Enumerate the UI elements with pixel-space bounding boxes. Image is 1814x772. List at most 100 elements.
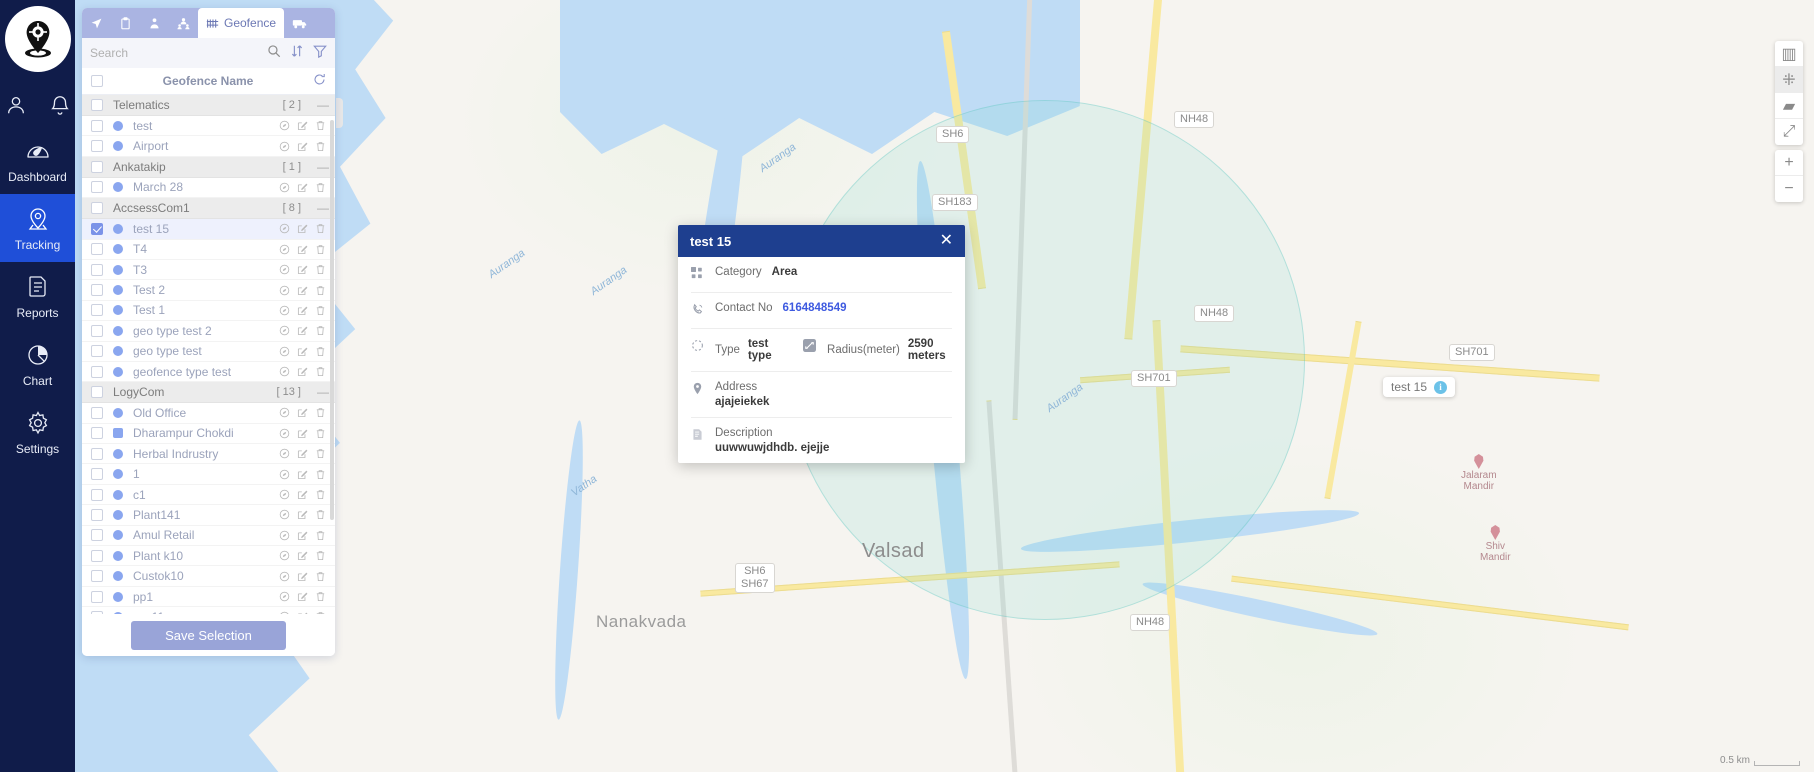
geofence-checkbox[interactable]: [91, 222, 103, 235]
sidebar-item-chart[interactable]: Chart: [0, 330, 75, 398]
geofence-list-item[interactable]: Custok10: [82, 566, 335, 587]
locate-icon[interactable]: [279, 182, 290, 193]
geofence-checkbox[interactable]: [91, 508, 103, 521]
geofence-group-header[interactable]: AccsessCom1 [ 8 ] —: [82, 198, 335, 220]
geofence-list-item[interactable]: March 28: [82, 178, 335, 199]
locate-icon[interactable]: [279, 120, 290, 131]
row-actions[interactable]: [279, 469, 326, 480]
row-actions[interactable]: [279, 120, 326, 131]
delete-icon[interactable]: [315, 611, 326, 614]
geofence-list-item[interactable]: Test 1: [82, 301, 335, 322]
geofence-checkbox[interactable]: [91, 549, 103, 562]
edit-icon[interactable]: [297, 285, 308, 296]
geofence-group-header[interactable]: Telematics [ 2 ] —: [82, 95, 335, 116]
geofence-list-item[interactable]: pp1: [82, 587, 335, 608]
locate-icon[interactable]: [279, 571, 290, 582]
geofence-checkbox[interactable]: [91, 263, 103, 276]
group-checkbox[interactable]: [91, 160, 103, 173]
delete-icon[interactable]: [315, 509, 326, 520]
geofence-list-item[interactable]: Plant141: [82, 505, 335, 526]
edit-icon[interactable]: [297, 469, 308, 480]
geofence-list-item[interactable]: c1: [82, 485, 335, 506]
tab-vehicle[interactable]: [284, 8, 315, 38]
geofence-checkbox[interactable]: [91, 324, 103, 337]
panel-collapse-handle[interactable]: [336, 98, 343, 128]
delete-icon[interactable]: [315, 182, 326, 193]
edit-icon[interactable]: [297, 325, 308, 336]
delete-icon[interactable]: [315, 428, 326, 439]
locate-icon[interactable]: [279, 366, 290, 377]
row-actions[interactable]: [279, 223, 326, 234]
geofence-list-item[interactable]: cos11: [82, 607, 335, 614]
tab-clipboard[interactable]: [111, 8, 140, 38]
geofence-list-item[interactable]: geo type test: [82, 342, 335, 362]
sort-icon[interactable]: [290, 44, 304, 63]
user-icon[interactable]: [5, 94, 27, 116]
geofence-checkbox[interactable]: [91, 447, 103, 460]
locate-icon[interactable]: [279, 264, 290, 275]
locate-icon[interactable]: [279, 509, 290, 520]
sidebar-item-dashboard[interactable]: Dashboard: [0, 126, 75, 194]
group-checkbox[interactable]: [91, 386, 103, 399]
edit-icon[interactable]: [297, 264, 308, 275]
tab-navigation[interactable]: [82, 8, 111, 38]
delete-icon[interactable]: [315, 571, 326, 582]
edit-icon[interactable]: [297, 530, 308, 541]
row-actions[interactable]: [279, 571, 326, 582]
group-checkbox[interactable]: [91, 99, 103, 111]
geofence-checkbox[interactable]: [91, 468, 103, 481]
tab-group[interactable]: [140, 8, 169, 38]
geofence-group-header[interactable]: LogyCom [ 13 ] —: [82, 382, 335, 404]
locate-icon[interactable]: [279, 428, 290, 439]
geofence-checkbox[interactable]: [91, 529, 103, 542]
delete-icon[interactable]: [315, 223, 326, 234]
row-actions[interactable]: [279, 141, 326, 152]
delete-icon[interactable]: [315, 530, 326, 541]
close-icon[interactable]: ✕: [940, 233, 953, 249]
geofence-checkbox[interactable]: [91, 304, 103, 317]
edit-icon[interactable]: [297, 141, 308, 152]
row-actions[interactable]: [279, 244, 326, 255]
geofence-list-item[interactable]: test: [82, 116, 335, 137]
geofence-checkbox[interactable]: [91, 570, 103, 583]
geofence-checkbox[interactable]: [91, 365, 103, 378]
geofence-list-item[interactable]: 1: [82, 464, 335, 485]
edit-icon[interactable]: [297, 120, 308, 131]
geofence-list-item[interactable]: Plant k10: [82, 546, 335, 567]
geofence-checkbox[interactable]: [91, 488, 103, 501]
cluster-icon[interactable]: ⁜: [1775, 67, 1803, 93]
row-actions[interactable]: [279, 448, 326, 459]
geofence-list-item[interactable]: Test 2: [82, 280, 335, 301]
geofence-checkbox[interactable]: [91, 140, 103, 153]
delete-icon[interactable]: [315, 448, 326, 459]
row-actions[interactable]: [279, 346, 326, 357]
edit-icon[interactable]: [297, 346, 308, 357]
locate-icon[interactable]: [279, 469, 290, 480]
refresh-icon[interactable]: [313, 73, 326, 89]
tab-people-group[interactable]: [169, 8, 198, 38]
geofence-list-item[interactable]: geofence type test: [82, 362, 335, 383]
geofence-checkbox[interactable]: [91, 610, 103, 614]
filter-icon[interactable]: [313, 44, 327, 63]
map-poi[interactable]: Shiv Mandir: [1480, 525, 1511, 563]
locate-icon[interactable]: [279, 223, 290, 234]
save-selection-button[interactable]: Save Selection: [131, 620, 286, 650]
row-actions[interactable]: [279, 509, 326, 520]
geofence-list-item[interactable]: geo type test 2: [82, 321, 335, 342]
delete-icon[interactable]: [315, 244, 326, 255]
row-actions[interactable]: [279, 366, 326, 377]
zoom-in-button[interactable]: +: [1775, 150, 1803, 176]
fullscreen-icon[interactable]: ⤢: [1775, 119, 1803, 145]
group-checkbox[interactable]: [91, 202, 103, 215]
panel-scrollbar[interactable]: [330, 120, 334, 520]
locate-icon[interactable]: [279, 244, 290, 255]
map-controls-primary[interactable]: ▥ ⁜ ▰ ⤢: [1775, 41, 1803, 145]
group-collapse-icon[interactable]: —: [317, 160, 329, 174]
row-actions[interactable]: [279, 325, 326, 336]
geofence-checkbox[interactable]: [91, 181, 103, 194]
geofence-checkbox[interactable]: [91, 119, 103, 132]
group-collapse-icon[interactable]: —: [317, 385, 329, 399]
geofence-list[interactable]: Telematics [ 2 ] — test Airport Ankatakip [ 1 …: [82, 95, 335, 614]
row-actions[interactable]: [279, 264, 326, 275]
edit-icon[interactable]: [297, 244, 308, 255]
